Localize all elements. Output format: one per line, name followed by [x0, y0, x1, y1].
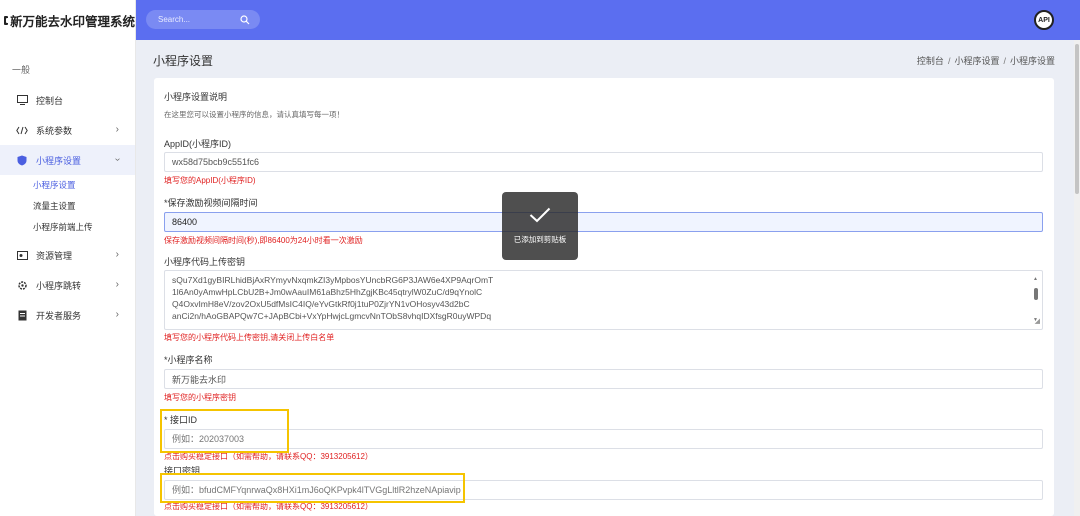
sidebar-item-label: 小程序跳转 — [36, 280, 82, 291]
interval-hint: 保存激励视频间隔时间(秒),即86400为24小时看一次激励 — [164, 236, 363, 245]
gear-icon — [16, 279, 28, 291]
interval-input[interactable] — [172, 217, 1042, 227]
brand[interactable]: 新万能去水印管理系统 — [0, 0, 135, 40]
highlight-box-api-secret — [160, 473, 465, 503]
sidebar-subitem-miniapp-settings[interactable]: 小程序设置 — [0, 175, 135, 196]
textarea-scrollbar[interactable] — [1034, 288, 1038, 300]
textarea-line: anCi2n/hAoGBAPQw7C+JApBCbi+VxYpHwjcLgmcv… — [172, 311, 492, 321]
sidebar-subitem-frontend-upload[interactable]: 小程序前端上传 — [0, 217, 135, 238]
upload-key-hint: 填写您的小程序代码上传密钥,请关闭上传白名单 — [164, 333, 335, 342]
monitor-icon — [16, 94, 28, 106]
chevron-right-icon: › — [115, 124, 119, 135]
chevron-right-icon: › — [115, 309, 119, 320]
sidebar-item-miniapp-settings[interactable]: 小程序设置 › — [0, 145, 135, 175]
api-id-input[interactable] — [172, 434, 1042, 444]
sidebar-item-system-params[interactable]: 系统参数 › — [0, 115, 135, 145]
sidebar-item-resources[interactable]: 资源管理 › — [0, 240, 135, 270]
id-card-icon — [16, 249, 28, 261]
textarea-line: Q4OxvImH8eV/zov2OxU5dfMsIC4IQ/eYvGtkRf0j… — [172, 299, 470, 309]
sidebar-section-label: 一般 — [12, 65, 31, 75]
sidebar-item-label: 系统参数 — [36, 125, 73, 136]
card-title: 小程序设置说明 — [164, 92, 228, 102]
document-icon — [16, 309, 28, 321]
top-bar: API — [136, 0, 1080, 40]
page-scrollbar-thumb[interactable] — [1075, 44, 1079, 194]
breadcrumb-item[interactable]: 控制台 — [917, 56, 944, 66]
search-icon[interactable] — [240, 14, 250, 28]
sidebar-item-label: 开发者服务 — [36, 310, 82, 321]
interval-label: *保存激励视频间隔时间 — [164, 198, 258, 208]
api-id-field[interactable] — [164, 429, 1043, 449]
settings-card: 小程序设置说明 在这里您可以设置小程序的信息，请认真填写每一项！ AppID(小… — [154, 78, 1054, 516]
card-description: 在这里您可以设置小程序的信息，请认真填写每一项！ — [164, 110, 344, 119]
sidebar-item-label: 控制台 — [36, 95, 64, 106]
sidebar-item-developer[interactable]: 开发者服务 › — [0, 300, 135, 330]
search-input[interactable] — [158, 15, 233, 24]
interval-field[interactable] — [164, 212, 1043, 232]
brand-logo-icon — [4, 15, 11, 25]
chevron-down-icon: › — [111, 157, 123, 162]
page-scrollbar[interactable] — [1074, 40, 1080, 516]
breadcrumb: 控制台 / 小程序设置 / 小程序设置 — [916, 56, 1055, 66]
app-name-label: *小程序名称 — [164, 355, 213, 365]
appid-input[interactable] — [172, 157, 1042, 167]
sidebar-item-dashboard[interactable]: 控制台 — [0, 85, 135, 115]
resize-handle-icon[interactable]: ◢ — [1035, 316, 1040, 328]
chevron-right-icon: › — [115, 279, 119, 290]
appid-hint: 填写您的AppID(小程序ID) — [164, 176, 256, 185]
highlight-box-api-id — [160, 409, 289, 453]
upload-key-textarea[interactable]: sQu7Xd1gyBIRLhidBjAxRYmyvNxqmkZI3yMpbosY… — [164, 270, 1043, 330]
search-box[interactable] — [146, 10, 260, 29]
page-title: 小程序设置 — [153, 54, 214, 68]
appid-label: AppID(小程序ID) — [164, 139, 232, 149]
sidebar-subitem-traffic-settings[interactable]: 流量主设置 — [0, 196, 135, 217]
sidebar-item-label: 资源管理 — [36, 250, 73, 261]
textarea-line: sQu7Xd1gyBIRLhidBjAxRYmyvNxqmkZI3yMpbosY… — [172, 275, 494, 285]
code-icon — [16, 124, 28, 136]
copied-toast: 已添加到剪贴板 — [502, 192, 578, 260]
upload-key-label: 小程序代码上传密钥 — [164, 257, 246, 267]
sidebar: 新万能去水印管理系统 一般 控制台 系统参数 › 小程序设置 › 小程序设置 流… — [0, 0, 136, 516]
app-name-input[interactable] — [172, 374, 1042, 384]
toast-text: 已添加到剪贴板 — [513, 235, 567, 244]
chevron-right-icon: › — [115, 249, 119, 260]
sidebar-item-jump[interactable]: 小程序跳转 › — [0, 270, 135, 300]
api-avatar[interactable]: API — [1034, 10, 1054, 30]
sidebar-item-label: 小程序设置 — [36, 155, 82, 166]
checkmark-icon — [529, 207, 551, 226]
breadcrumb-item: 小程序设置 — [1009, 56, 1055, 66]
brand-title: 新万能去水印管理系统 — [9, 14, 135, 29]
breadcrumb-item[interactable]: 小程序设置 — [954, 56, 999, 66]
appid-field[interactable] — [164, 152, 1043, 172]
shield-icon — [16, 154, 28, 166]
app-name-hint: 填写您的小程序密钥 — [164, 393, 236, 402]
textarea-line: 1l6An0yAmwHpLCbU2B+Jm0wAauIM61aBhz5HhZgj… — [172, 287, 483, 297]
app-name-field[interactable] — [164, 369, 1043, 389]
scroll-up-icon[interactable]: ▲ — [1033, 273, 1038, 285]
